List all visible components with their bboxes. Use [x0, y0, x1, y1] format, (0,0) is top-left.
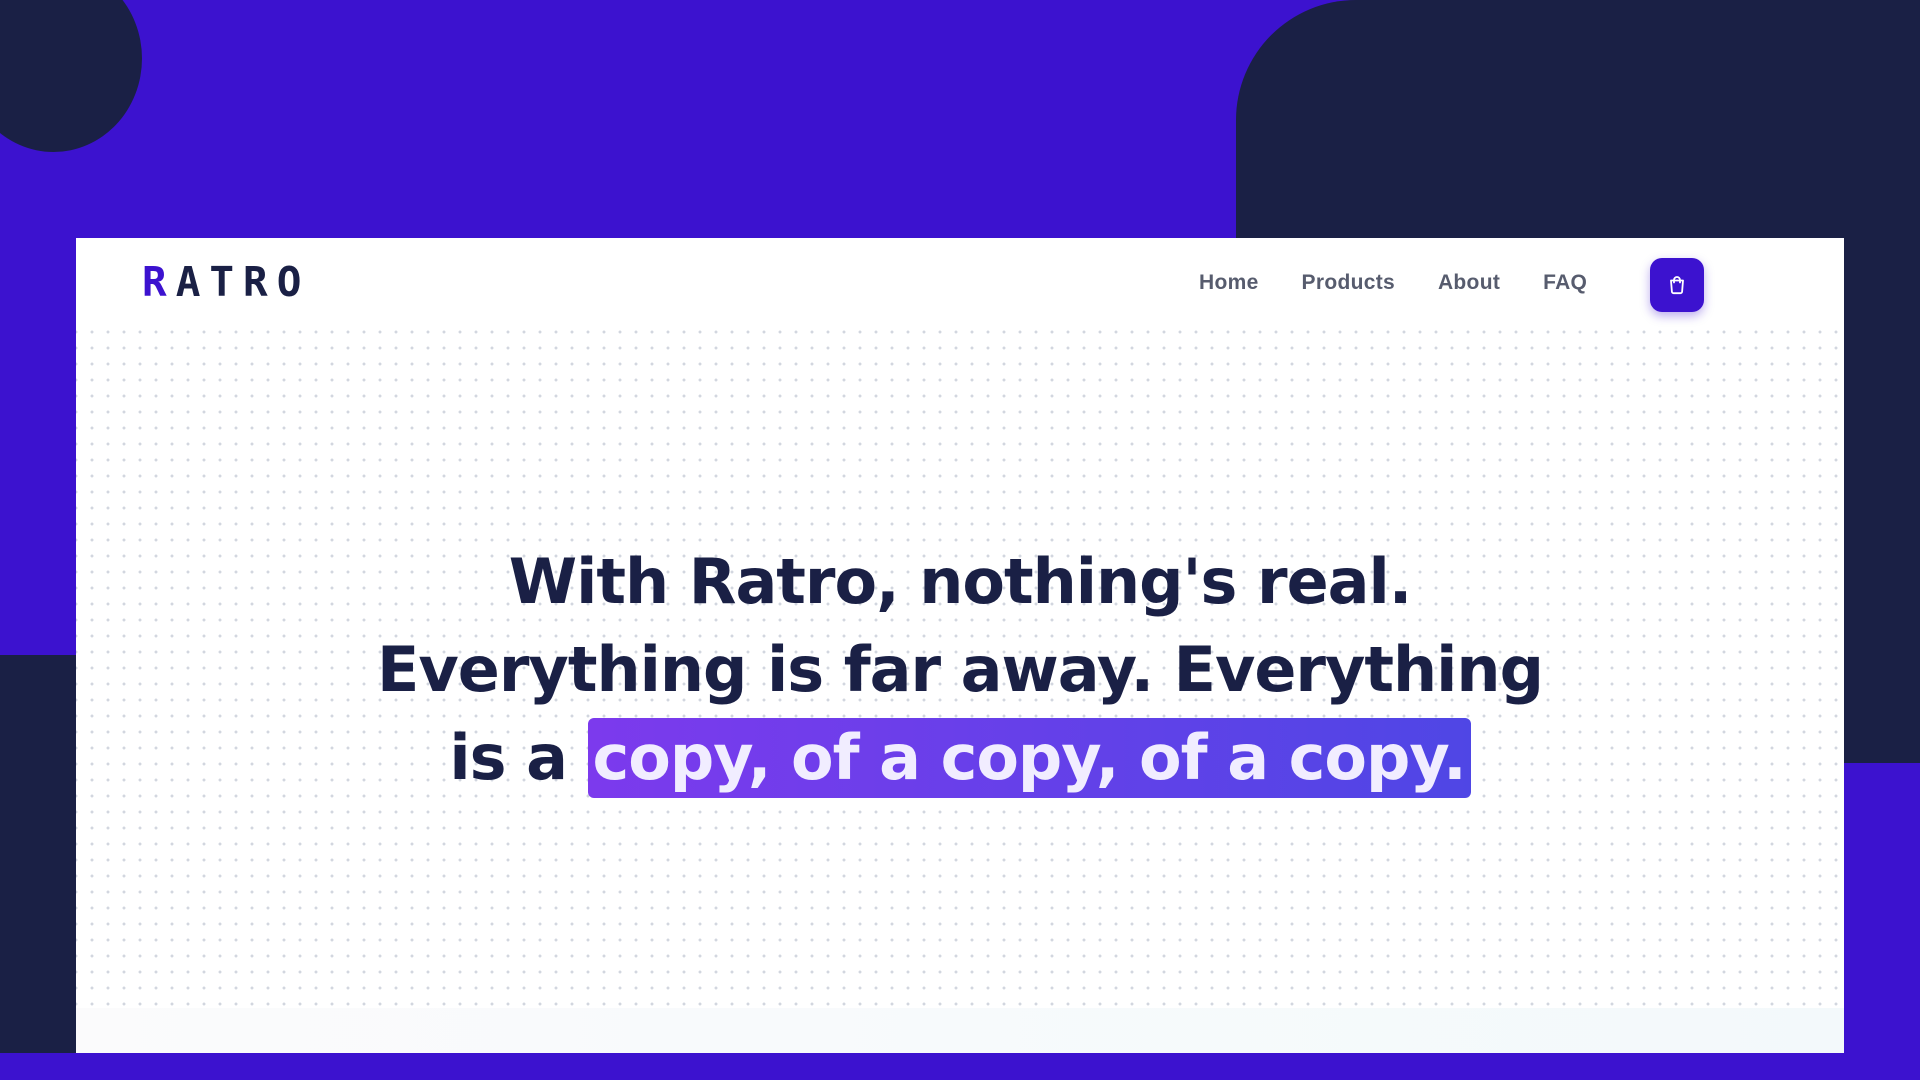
hero-highlight: copy, of a copy, of a copy. [587, 718, 1471, 798]
nav-link-faq[interactable]: FAQ [1543, 272, 1587, 293]
shopping-bag-icon [1670, 276, 1684, 295]
section-divider [76, 1008, 1844, 1053]
logo-letter-accent: R [142, 258, 176, 306]
main-nav: Home Products About FAQ [1199, 272, 1587, 293]
nav-link-home[interactable]: Home [1199, 272, 1259, 293]
hero-line-2: Everything is far away. Everything [377, 633, 1544, 706]
cart-button[interactable] [1650, 258, 1704, 312]
nav-link-products[interactable]: Products [1302, 272, 1395, 293]
hero-headline: With Ratro, nothing's real. Everything i… [140, 538, 1780, 802]
hero-line-3-prefix: is a [449, 721, 568, 794]
logo-letters: ATRO [175, 258, 311, 306]
nav-link-about[interactable]: About [1438, 272, 1500, 293]
hero-line-3: is a copy, of a copy, of a copy. [140, 714, 1780, 802]
hero-line-1: With Ratro, nothing's real. [508, 545, 1413, 618]
brand-logo[interactable]: RATRO [142, 262, 310, 303]
bottom-strip [0, 1053, 1920, 1080]
decorative-circle [0, 0, 142, 152]
